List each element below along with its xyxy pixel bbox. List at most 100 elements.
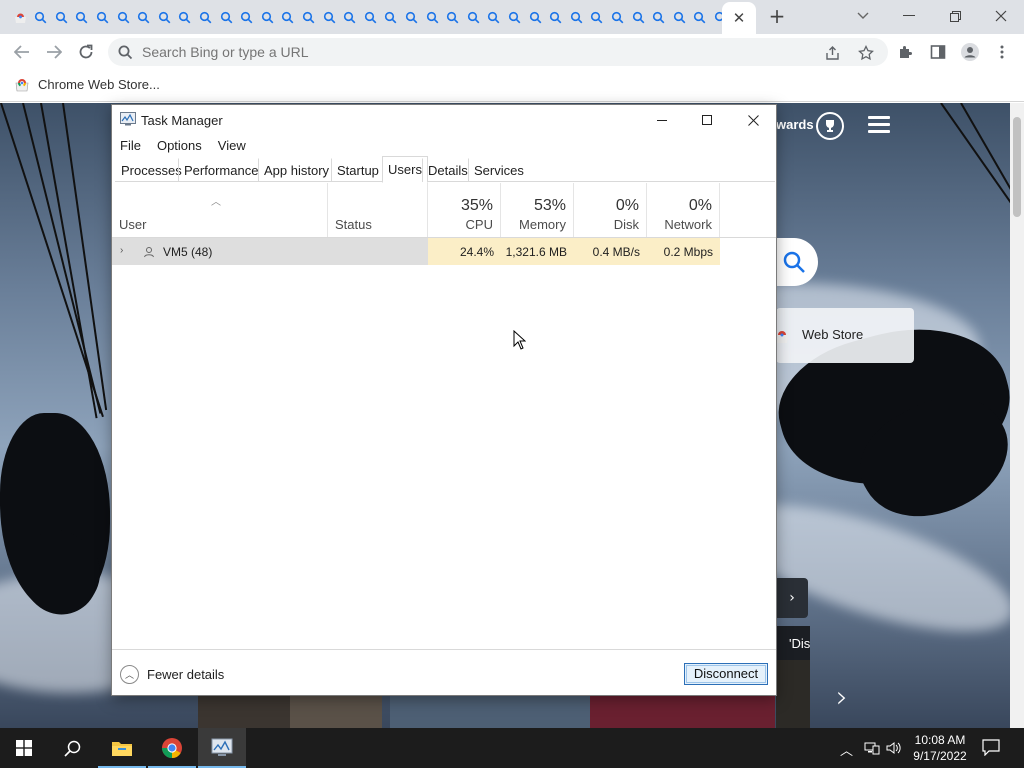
browser-tab[interactable] <box>237 6 257 28</box>
reload-icon[interactable] <box>75 42 97 62</box>
news-next-chevron-icon[interactable]: › <box>776 578 808 618</box>
bing-search-button[interactable] <box>770 238 818 286</box>
browser-tab[interactable] <box>463 6 483 28</box>
image-thumbnail[interactable] <box>198 696 290 728</box>
browser-tab[interactable] <box>92 6 112 28</box>
tab-startup[interactable]: Startup <box>331 158 385 182</box>
quick-link-web-store[interactable]: Web Store <box>776 308 914 363</box>
browser-tab[interactable] <box>257 6 277 28</box>
maximize-icon[interactable] <box>684 105 730 135</box>
chrome-menu-icon[interactable] <box>992 42 1012 62</box>
browser-tab[interactable] <box>587 6 607 28</box>
browser-tab[interactable] <box>504 6 524 28</box>
page-scrollbar[interactable] <box>1010 103 1024 728</box>
news-thumbnail[interactable] <box>776 660 810 728</box>
fewer-details-toggle[interactable]: ︿ Fewer details <box>120 665 224 684</box>
system-clock[interactable]: 10:08 AM 9/17/2022 <box>910 732 970 764</box>
tab-search-chevron-icon[interactable] <box>850 4 876 28</box>
action-center-notification-icon[interactable] <box>982 739 1000 756</box>
tab-close-icon[interactable]: ✕ <box>733 9 746 27</box>
browser-tab[interactable] <box>154 6 174 28</box>
column-header-network[interactable]: 0% Network <box>647 183 720 237</box>
task-manager-taskbar-icon[interactable] <box>198 728 246 768</box>
title-bar[interactable]: Task Manager <box>112 105 776 135</box>
browser-tab[interactable] <box>690 6 710 28</box>
menu-file[interactable]: File <box>112 135 149 157</box>
back-arrow-icon[interactable] <box>11 42 33 62</box>
active-tab[interactable]: ✕ <box>722 2 756 34</box>
browser-tab[interactable] <box>319 6 339 28</box>
browser-tab[interactable] <box>607 6 627 28</box>
browser-tab[interactable] <box>628 6 648 28</box>
start-windows-icon[interactable] <box>0 728 48 768</box>
column-header-memory[interactable]: 53% Memory <box>501 183 574 237</box>
browser-tab[interactable] <box>10 6 30 28</box>
browser-tab[interactable] <box>113 6 133 28</box>
bing-menu-hamburger-icon[interactable] <box>868 116 890 134</box>
browser-tab[interactable] <box>340 6 360 28</box>
address-input[interactable] <box>142 42 782 62</box>
taskbar-search-icon[interactable] <box>48 728 96 768</box>
browser-tab[interactable] <box>422 6 442 28</box>
column-header-disk[interactable]: 0% Disk <box>574 183 647 237</box>
column-header-status[interactable]: Status <box>328 183 428 237</box>
browser-tab[interactable] <box>381 6 401 28</box>
expand-chevron-icon[interactable]: › <box>120 245 123 256</box>
news-headline-snippet[interactable]: 'Dis <box>776 626 810 660</box>
tab-app-history[interactable]: App history <box>258 158 335 182</box>
bookmark-star-icon[interactable] <box>858 45 874 61</box>
close-window-icon[interactable] <box>988 4 1014 28</box>
browser-tab[interactable] <box>298 6 318 28</box>
browser-tab[interactable] <box>566 6 586 28</box>
browser-tab[interactable] <box>72 6 92 28</box>
image-thumbnail[interactable] <box>590 696 775 728</box>
browser-tab[interactable] <box>669 6 689 28</box>
browser-tab[interactable] <box>134 6 154 28</box>
browser-tab[interactable] <box>278 6 298 28</box>
browser-tab[interactable] <box>443 6 463 28</box>
browser-tab[interactable] <box>51 6 71 28</box>
browser-tab[interactable] <box>360 6 380 28</box>
image-thumbnail[interactable] <box>290 696 382 728</box>
extensions-puzzle-icon[interactable] <box>896 42 916 62</box>
minimize-window-icon[interactable] <box>896 4 922 28</box>
show-hidden-icons-chevron-icon[interactable]: ︿ <box>840 740 853 759</box>
browser-tab[interactable] <box>216 6 236 28</box>
tab-services[interactable]: Services <box>468 158 530 182</box>
side-panel-icon[interactable] <box>928 42 948 62</box>
browser-tab[interactable] <box>546 6 566 28</box>
browser-tab[interactable] <box>401 6 421 28</box>
chrome-browser-icon[interactable] <box>148 728 196 768</box>
column-header-cpu[interactable]: 35% CPU <box>428 183 501 237</box>
menu-view[interactable]: View <box>210 135 254 157</box>
browser-tab[interactable] <box>175 6 195 28</box>
table-row[interactable]: › VM5 (48) 24.4% 1,321.6 MB 0.4 MB/s 0.2… <box>112 238 720 265</box>
scrollbar-thumb[interactable] <box>1013 117 1021 217</box>
close-icon[interactable] <box>730 105 776 135</box>
image-thumbnail[interactable] <box>390 696 590 728</box>
minimize-icon[interactable] <box>639 105 685 135</box>
volume-speaker-icon[interactable] <box>886 741 902 755</box>
browser-tab[interactable] <box>31 6 51 28</box>
forward-arrow-icon[interactable] <box>43 42 65 62</box>
browser-tab[interactable] <box>649 6 669 28</box>
rewards-label[interactable]: wards <box>776 117 814 132</box>
tab-performance[interactable]: Performance <box>178 158 264 182</box>
column-header-user[interactable]: User <box>112 183 328 237</box>
menu-options[interactable]: Options <box>149 135 210 157</box>
browser-tab[interactable] <box>195 6 215 28</box>
tab-processes[interactable]: Processes <box>115 158 188 182</box>
share-icon[interactable] <box>824 45 840 61</box>
address-bar[interactable] <box>108 38 888 66</box>
new-tab-button[interactable]: + <box>766 5 788 29</box>
tab-details[interactable]: Details <box>422 158 474 182</box>
browser-tab[interactable] <box>525 6 545 28</box>
file-explorer-icon[interactable] <box>98 728 146 768</box>
restore-window-icon[interactable] <box>942 4 968 28</box>
network-icon[interactable] <box>864 741 880 755</box>
profile-avatar-icon[interactable] <box>960 42 980 62</box>
bookmark-chrome-web-store[interactable]: Chrome Web Store... <box>14 76 160 92</box>
disconnect-button[interactable]: Disconnect <box>684 663 768 685</box>
carousel-next-chevron-icon[interactable]: › <box>836 680 848 715</box>
browser-tab[interactable] <box>484 6 504 28</box>
